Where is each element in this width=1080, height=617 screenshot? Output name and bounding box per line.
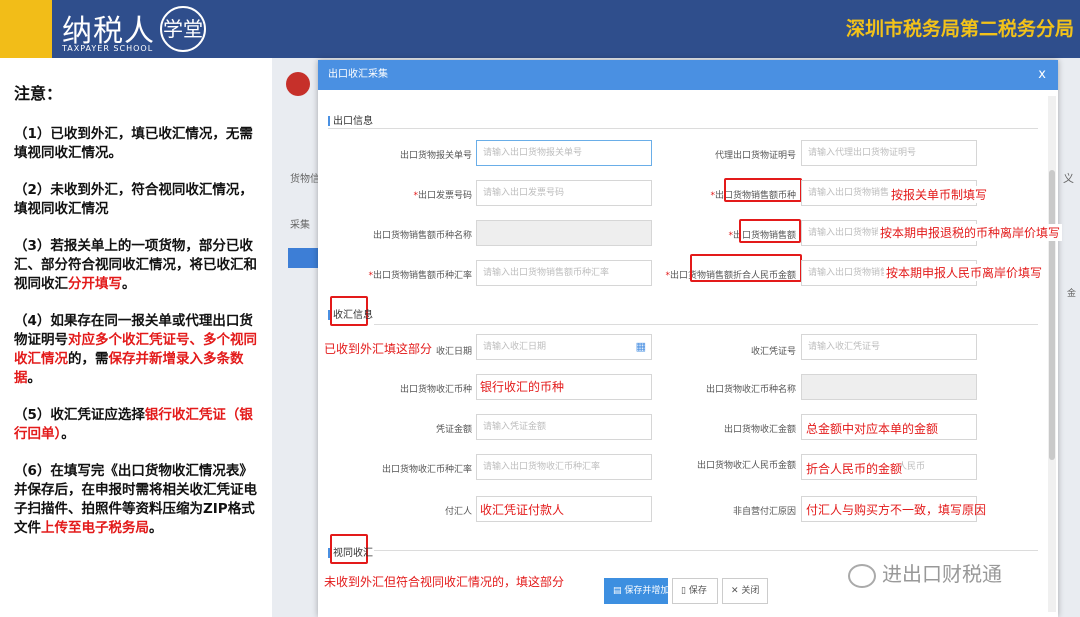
label-agent-no: 代理出口货物证明号 (714, 151, 796, 161)
note-5-text: （5）收汇凭证应选择 (14, 407, 145, 423)
scrollbar[interactable] (1048, 96, 1056, 612)
label-invoice-no: *出口发票号码 (413, 191, 472, 201)
label-voucher-amount: 凭证金额 (435, 425, 472, 435)
label-recv-currency: 出口货物收汇币种 (399, 385, 472, 395)
section-export-info: 出口信息 (328, 112, 373, 127)
recv-currency-name-input (801, 374, 977, 400)
doc-icon: ▯ (681, 586, 689, 596)
label-voucher-no: 收汇凭证号 (750, 347, 796, 357)
annotation-amount: 按本期申报退税的币种离岸价填写 (878, 224, 1063, 241)
annotation-payer: 收汇凭证付款人 (480, 503, 565, 517)
close-button[interactable]: ✕ 关闭 (722, 578, 768, 604)
x-icon: ✕ (731, 586, 742, 596)
wechat-icon (848, 563, 876, 588)
highlight-box-rmb (690, 254, 802, 282)
banner-accent (0, 0, 52, 58)
bg-tab-goods: 货物信 (290, 174, 320, 185)
label-reason: 非自营付汇原因 (732, 507, 796, 517)
label-recv-amount: 出口货物收汇金额 (723, 425, 796, 435)
note-6-end: 。 (149, 520, 163, 536)
note-4-mid: 的，需 (68, 351, 109, 367)
annotation-rmb: 按本期申报人民币离岸价填写 (884, 264, 1045, 281)
annotation-recv-amount: 总金额中对应本单的金额 (806, 422, 939, 436)
close-icon[interactable]: x (1038, 60, 1046, 90)
section-deemed: 视同收汇 (328, 544, 373, 559)
voucher-no-input[interactable]: 请输入收汇凭证号 (801, 334, 977, 360)
section-receipt-info-title: 收汇信息 (333, 310, 373, 321)
export-receipt-modal: 出口收汇采集 x 出口信息 出口货物报关单号 请输入出口货物报关单号 代理出口货… (318, 60, 1063, 617)
label-recv-date: 收汇日期 (435, 347, 472, 357)
label-decl-no: 出口货物报关单号 (399, 151, 472, 161)
highlight-box-amount (739, 219, 801, 243)
modal-title: 出口收汇采集 (328, 69, 388, 80)
header-banner: 纳税人 TAXPAYER SCHOOL 学堂 深圳市税务局第二税务分局 (0, 0, 1080, 58)
note-3: （3）若报关单上的一项货物，部分已收汇、部分符合视同收汇情况，将已收汇和视同收汇… (14, 237, 262, 294)
label-rate: *出口货物销售额币种汇率 (368, 271, 472, 281)
divider-3 (374, 550, 1038, 551)
notes-title: 注意： (14, 84, 63, 103)
note-4: （4）如果存在同一报关单或代理出口货物证明号对应多个收汇凭证号、多个视同收汇情况… (14, 312, 262, 388)
note-1: （1）已收到外汇，填已收汇情况，无需填视同收汇情况。 (14, 126, 253, 161)
wechat-watermark: 进出口财税通 (848, 558, 1002, 588)
label-currency-name: 出口货物销售额币种名称 (372, 231, 472, 241)
annotation-recv-currency: 银行收汇的币种 (480, 380, 565, 394)
section-deemed-title: 视同收汇 (333, 548, 373, 559)
agent-no-input[interactable]: 请输入代理出口货物证明号 (801, 140, 977, 166)
annotation-recv-rmb: 折合人民币的金额 (806, 462, 903, 476)
annotation-deemed: 未收到外汇但符合视同收汇情况的，填这部分 (324, 575, 565, 589)
logo-subtitle: TAXPAYER SCHOOL (62, 44, 154, 53)
note-6: （6）在填写完《出口货物收汇情况表》并保存后，在申报时需将相关收汇凭证电子扫描件… (14, 462, 262, 538)
note-3-text: （3）若报关单上的一项货物，部分已收汇、部分符合视同收汇情况，将已收汇和视同收汇 (14, 238, 257, 292)
scrollbar-thumb[interactable] (1049, 170, 1055, 460)
label-recv-currency-name: 出口货物收汇币种名称 (705, 385, 796, 395)
annotation-reason: 付汇人与购买方不一致，填写原因 (806, 503, 987, 517)
bg-right-text: 义 (1063, 172, 1074, 185)
logo-seal-icon: 学堂 (160, 6, 206, 52)
national-emblem-icon (286, 72, 310, 96)
note-5-end: 。 (61, 426, 75, 442)
annotation-currency: 按报关单币制填写 (889, 186, 990, 203)
bureau-name: 深圳市税务局第二税务分局 (845, 18, 1074, 40)
section-receipt-info: 收汇信息 (328, 306, 373, 321)
label-recv-rate: 出口货物收汇币种汇率 (381, 465, 472, 475)
notes-panel: 注意： （1）已收到外汇，填已收汇情况，无需填视同收汇情况。 （2）未收到外汇，… (0, 58, 272, 617)
note-4-end: 。 (27, 370, 42, 386)
note-5: （5）收汇凭证应选择银行收汇凭证（银行回单）。 (14, 406, 262, 444)
modal-header: 出口收汇采集 x (318, 60, 1058, 90)
section-export-info-title: 出口信息 (333, 116, 373, 127)
divider (328, 128, 1038, 129)
divider-2 (374, 324, 1038, 325)
note-3-end: 。 (122, 276, 136, 292)
label-recv-rmb: 出口货物收汇人民币金额 (696, 461, 796, 471)
note-3-highlight: 分开填写 (68, 276, 122, 292)
note-6-highlight: 上传至电子税务局 (41, 520, 149, 536)
bg-add-button (288, 248, 318, 268)
label-payer: 付汇人 (444, 507, 472, 517)
save-and-add-button[interactable]: ▤ 保存并增加 (604, 578, 669, 604)
bg-right-text-2: 金 (1066, 289, 1076, 299)
note-2: （2）未收到外汇，符合视同收汇情况，填视同收汇情况 (14, 182, 253, 217)
save-button[interactable]: ▯ 保存 (672, 578, 718, 604)
highlight-box-currency (724, 178, 802, 202)
save-icon: ▤ (613, 586, 625, 596)
